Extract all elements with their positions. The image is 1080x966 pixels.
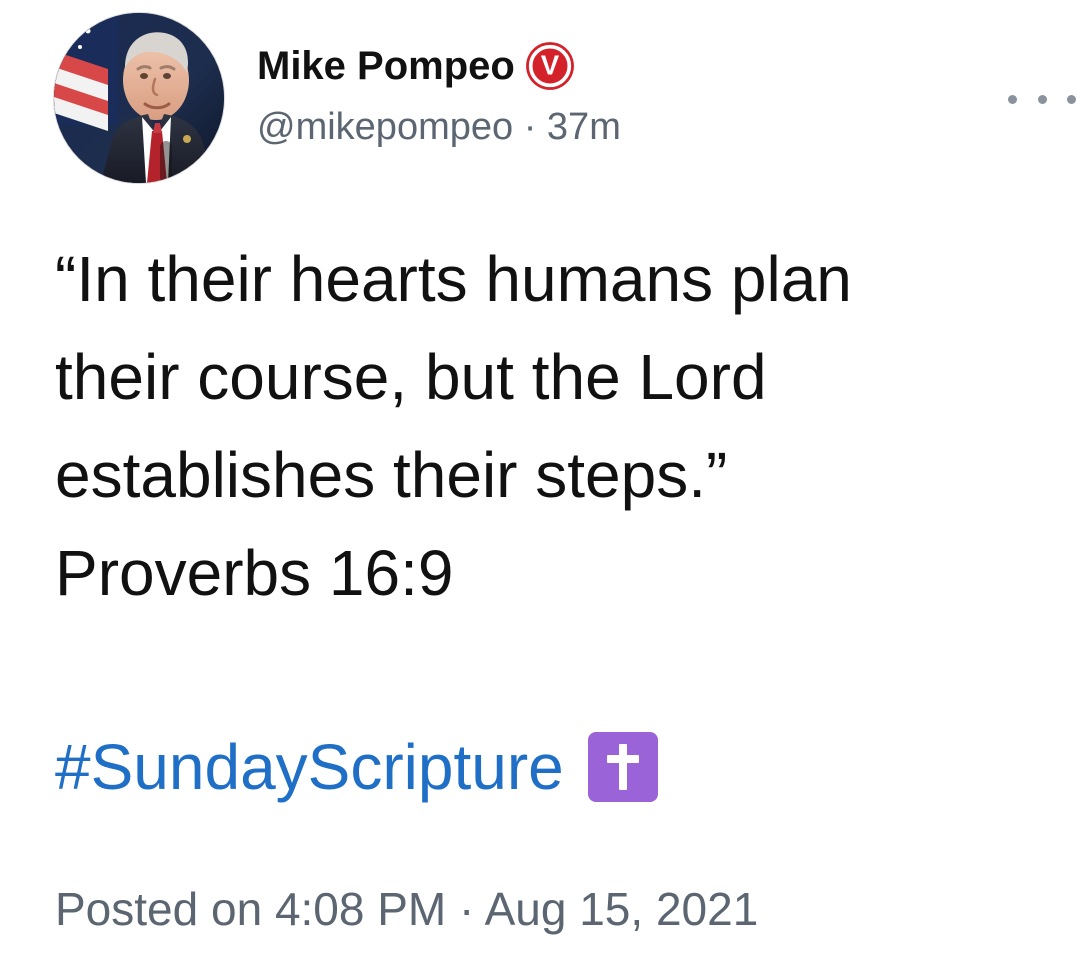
- tweet-line-3: establishes their steps.”: [55, 439, 728, 511]
- more-dot-3-icon: [1067, 94, 1076, 104]
- person-portrait-icon: [54, 13, 224, 183]
- display-name[interactable]: Mike Pompeo: [257, 40, 515, 92]
- tweet-line-4: Proverbs 16:9: [55, 537, 454, 609]
- tweet-text: “In their hearts humans plan their cours…: [55, 230, 1035, 622]
- more-options-icon[interactable]: [1008, 82, 1076, 116]
- tweet-line-2: their course, but the Lord: [55, 341, 767, 413]
- profile-name-row: Mike Pompeo V: [257, 40, 573, 92]
- avatar[interactable]: [54, 13, 224, 183]
- tweet-line-1: “In their hearts humans plan: [55, 243, 852, 315]
- latin-cross-icon: [587, 732, 658, 802]
- tweet-age: 37m: [546, 106, 621, 148]
- profile-meta: @mikepompeo · 37m: [257, 102, 621, 152]
- verified-badge-icon: V: [528, 44, 572, 88]
- posted-timestamp: Posted on 4:08 PM · Aug 15, 2021: [55, 883, 759, 935]
- more-dot-1-icon: [1008, 94, 1017, 104]
- hashtag-row: #SundayScripture: [55, 728, 658, 806]
- meta-separator: ·: [523, 106, 537, 148]
- more-dot-2-icon: [1037, 94, 1047, 104]
- hashtag-link[interactable]: #SundayScripture: [55, 728, 564, 806]
- profile-handle[interactable]: @mikepompeo: [257, 106, 513, 148]
